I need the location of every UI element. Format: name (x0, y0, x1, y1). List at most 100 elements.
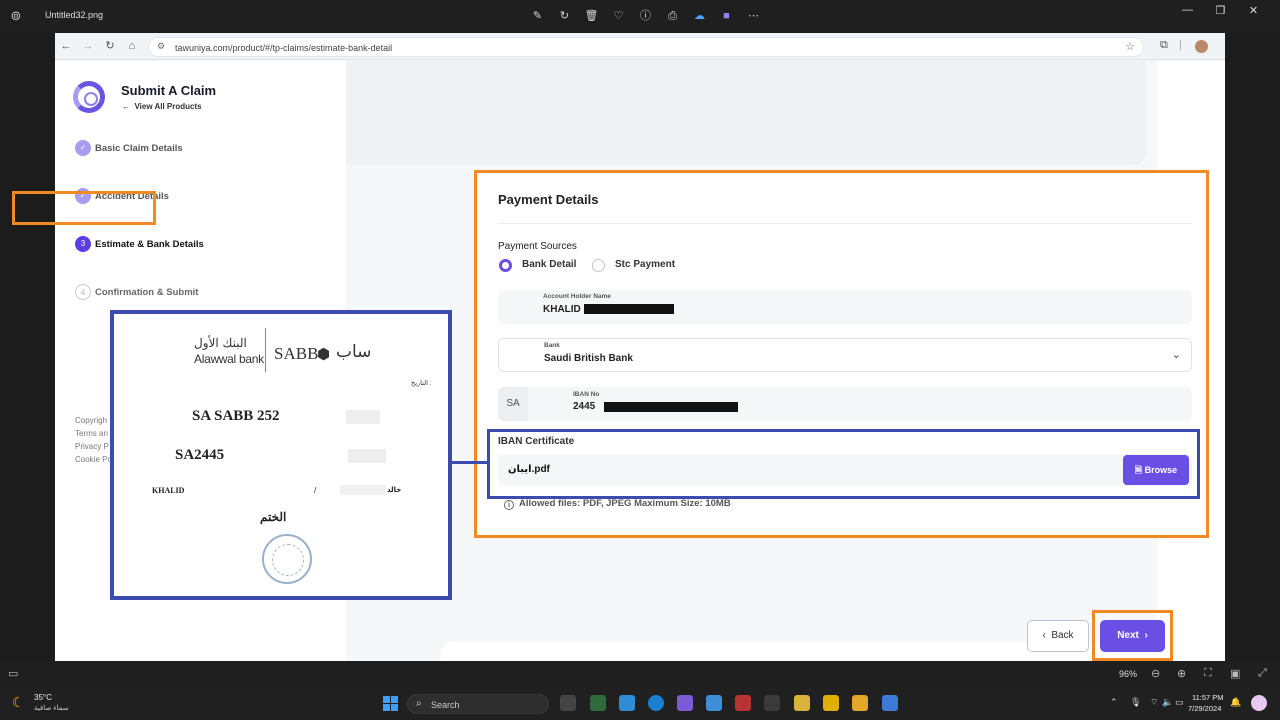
bank-stamp (262, 534, 312, 584)
zoom-level: 96% (1119, 669, 1138, 679)
alawwal-english-name: Alawwal bank (194, 352, 264, 366)
fit-icon[interactable]: ⛶ (1204, 667, 1212, 680)
edit-icon[interactable]: ✎ (524, 8, 551, 24)
edge-icon[interactable] (648, 695, 664, 711)
reload-icon[interactable]: ↻ (103, 39, 117, 53)
notification-bell-icon[interactable]: 🔔 (1230, 697, 1241, 708)
divider (265, 328, 266, 372)
view-all-products-link[interactable]: ← View All Products (122, 102, 202, 111)
step-confirmation-submit[interactable]: 4 Confirmation & Submit (75, 283, 198, 301)
site-info-icon[interactable]: ⚙ (157, 41, 165, 52)
zoom-in-icon[interactable]: ⊕ (1177, 667, 1186, 680)
terms-link[interactable]: Terms an (75, 427, 112, 440)
rotate-icon[interactable]: ↻ (551, 8, 578, 24)
back-button[interactable]: ‹ Back (1027, 620, 1089, 652)
onedrive-icon[interactable]: ☁ (686, 8, 713, 24)
close-icon[interactable]: ✕ (1237, 4, 1270, 17)
favorite-icon[interactable]: ♡ (605, 8, 632, 24)
tawuniya-logo (73, 81, 105, 113)
viewer-file-name: Untitled32.png (45, 10, 104, 20)
windows-start-icon[interactable] (383, 696, 398, 711)
step-number-badge: 4 (75, 284, 91, 300)
sabb-hexagon-icon: ⬢ (317, 346, 331, 363)
more-icon[interactable]: ⋯ (740, 8, 767, 24)
back-arrow-icon[interactable]: ← (59, 39, 73, 53)
fullscreen-icon[interactable]: ⤢ (1258, 667, 1267, 680)
moon-icon[interactable]: ☾ (12, 694, 25, 711)
privacy-link[interactable]: Privacy P (75, 440, 112, 453)
zoom-out-icon[interactable]: ⊖ (1151, 667, 1160, 680)
photo-viewer-titlebar: ⊚ Untitled32.png ✎ ↻ 🗑 ♡ ⓘ ⎙ ☁ ■ ⋯ — ❐ ✕ (0, 0, 1280, 32)
minimize-icon[interactable]: — (1171, 4, 1204, 17)
sidebar-title: Submit A Claim (121, 83, 217, 98)
photos-app-icon: ⊚ (10, 8, 22, 23)
highlight-box-step (12, 191, 156, 225)
delete-icon[interactable]: 🗑 (578, 8, 605, 24)
battery-icon[interactable]: ▭ (1175, 697, 1184, 708)
info-icon[interactable]: ⓘ (632, 8, 659, 24)
actual-size-icon[interactable]: ▣ (1230, 667, 1240, 680)
previous-section-card (346, 61, 1146, 165)
cookie-link[interactable]: Cookie Po (75, 453, 112, 466)
step-basic-claim-details[interactable]: ✓ Basic Claim Details (75, 139, 183, 157)
bookmark-star-icon[interactable]: ☆ (1125, 40, 1135, 53)
globe-app-icon[interactable] (619, 695, 635, 711)
step-label: Estimate & Bank Details (95, 238, 204, 250)
home-icon[interactable]: ⌂ (125, 39, 139, 53)
wifi-icon[interactable]: ⌔ (1150, 697, 1158, 708)
copyright-text: Copyrigh (75, 416, 108, 425)
notes-icon[interactable] (677, 695, 693, 711)
forward-arrow-icon[interactable]: → (81, 39, 95, 53)
restore-icon[interactable]: ❐ (1204, 4, 1237, 17)
redaction-bar (340, 485, 386, 495)
chevron-up-icon[interactable]: ⌃ (1110, 697, 1118, 708)
sabb-logo-text: SABB (274, 344, 319, 363)
footer-links: Copyrigh Terms an Privacy P Cookie Po (75, 414, 112, 466)
window-controls: — ❐ ✕ (1171, 4, 1270, 17)
calculator-icon[interactable] (590, 695, 606, 711)
weather-description: سماء صافية (34, 705, 69, 712)
check-icon: ✓ (75, 140, 91, 156)
task-view-icon[interactable] (560, 695, 576, 711)
account-line: SA2445 (175, 447, 225, 463)
copilot-icon[interactable] (1251, 695, 1267, 711)
step-label: Basic Claim Details (95, 142, 183, 154)
clock-date[interactable]: 7/29/2024 (1188, 704, 1221, 713)
search-icon: ⌕ (416, 698, 422, 709)
redaction-bar (346, 410, 380, 424)
windows-taskbar: ☾ 35°C سماء صافية ⌕ Search ⌃ 🎙 ⌔ 🔈 ▭ 11:… (0, 688, 1280, 720)
binance-icon[interactable] (823, 695, 839, 711)
temperature: 35°C (34, 693, 52, 702)
address-bar[interactable]: ⚙ tawuniya.com/product/#/tp-claims/estim… (148, 37, 1144, 57)
filmstrip-icon[interactable]: ▭ (8, 667, 18, 680)
extensions-icon[interactable]: ⧉ (1160, 39, 1168, 52)
archive-icon[interactable] (794, 695, 810, 711)
redaction-bar (348, 449, 386, 463)
photo-viewer-icon[interactable] (882, 695, 898, 711)
arrow-left-icon: ← (122, 102, 135, 111)
date-label: التاريخ : (411, 380, 432, 387)
viewer-toolbar: ✎ ↻ 🗑 ♡ ⓘ ⎙ ☁ ■ ⋯ (524, 8, 767, 24)
step-estimate-bank-details[interactable]: 3 Estimate & Bank Details (75, 235, 204, 253)
print-icon[interactable]: ⎙ (659, 8, 686, 24)
step-label: Confirmation & Submit (95, 286, 199, 298)
viewer-statusbar: ▭ 96% ⊖ ⊕ ⛶ ▣ ⤢ (0, 661, 1280, 688)
photos-icon[interactable] (706, 695, 722, 711)
volume-icon[interactable]: 🔈 (1162, 697, 1173, 708)
iban-certificate-preview: البنك الأول Alawwal bank SABB ⬢ ساب التا… (110, 310, 452, 600)
seal-label: الختم (260, 510, 287, 524)
step-number-badge: 3 (75, 236, 91, 252)
holder-name-ar: خالد (387, 487, 402, 494)
iban-line: SA SABB 252 (192, 408, 280, 424)
profile-avatar[interactable] (1195, 40, 1208, 53)
taskbar-search[interactable]: ⌕ Search (407, 694, 549, 714)
holder-name-en: KHALID (152, 486, 185, 495)
chevron-left-icon: ‹ (1042, 630, 1052, 641)
file-explorer-icon[interactable] (852, 695, 868, 711)
app-icon[interactable] (764, 695, 780, 711)
microphone-icon[interactable]: 🎙 (1130, 697, 1141, 708)
highlight-box-next (1092, 610, 1173, 661)
clock-time[interactable]: 11:57 PM (1192, 693, 1224, 702)
clipchamp-icon[interactable]: ■ (713, 8, 740, 24)
media-app-icon[interactable] (735, 695, 751, 711)
